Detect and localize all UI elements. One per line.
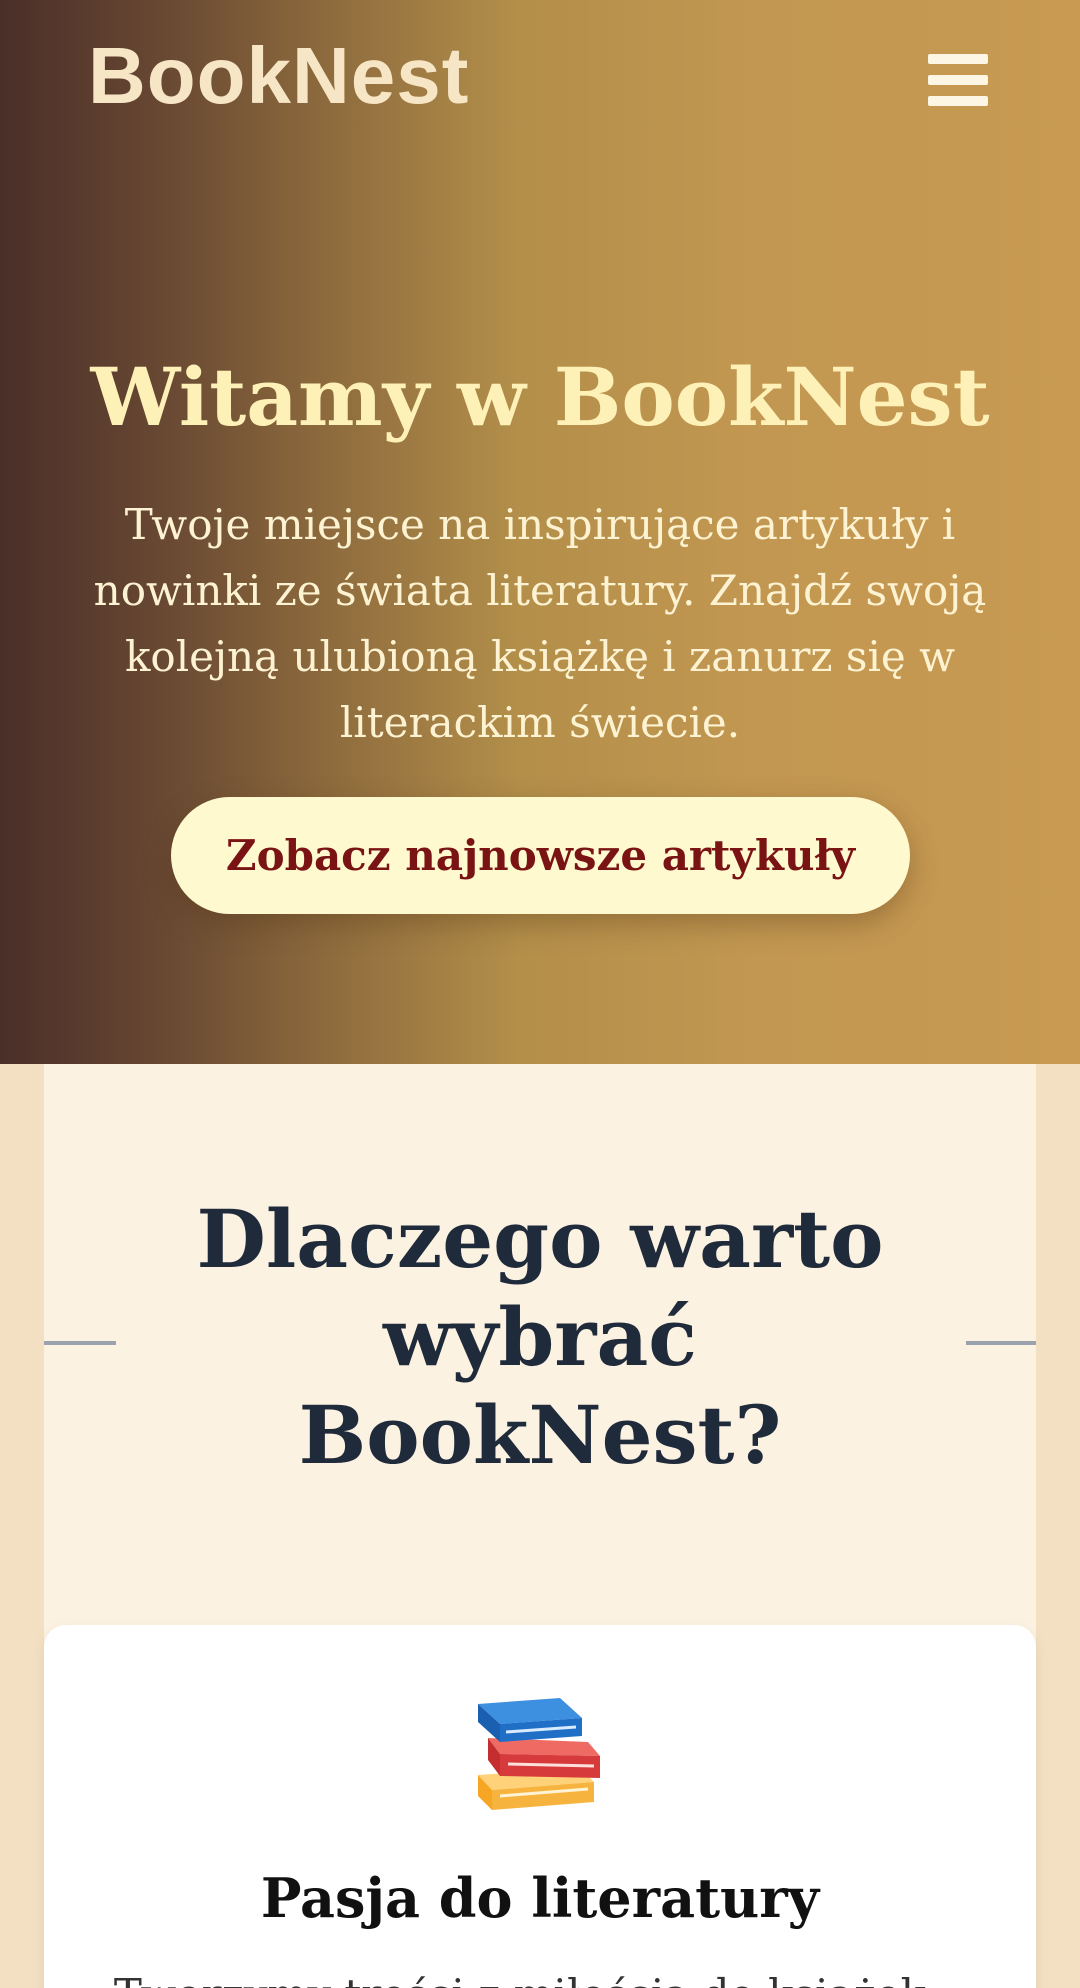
hero-section: BookNest Witamy w BookNest Twoje miejsce…	[0, 0, 1080, 1064]
menu-bar	[928, 54, 988, 64]
card-text: Tworzymy treści z miłością do książek...	[100, 1965, 980, 1988]
card-title: Pasja do literatury	[260, 1866, 820, 1930]
menu-bar	[928, 96, 988, 106]
title-divider-left	[44, 1341, 116, 1345]
hero-description: Twoje miejsce na inspirujące artykuły i …	[93, 500, 987, 747]
title-divider-right	[966, 1341, 1036, 1345]
logo[interactable]: BookNest	[88, 30, 469, 122]
books-icon	[470, 1690, 610, 1820]
hamburger-menu-icon[interactable]	[928, 52, 990, 108]
latest-articles-button[interactable]: Zobacz najnowsze artykuły	[171, 797, 910, 914]
section-title: Dlaczego warto wybrać BookNest?	[196, 1192, 884, 1482]
menu-bar	[928, 75, 988, 85]
hero-title: Witamy w BookNest	[90, 350, 990, 444]
